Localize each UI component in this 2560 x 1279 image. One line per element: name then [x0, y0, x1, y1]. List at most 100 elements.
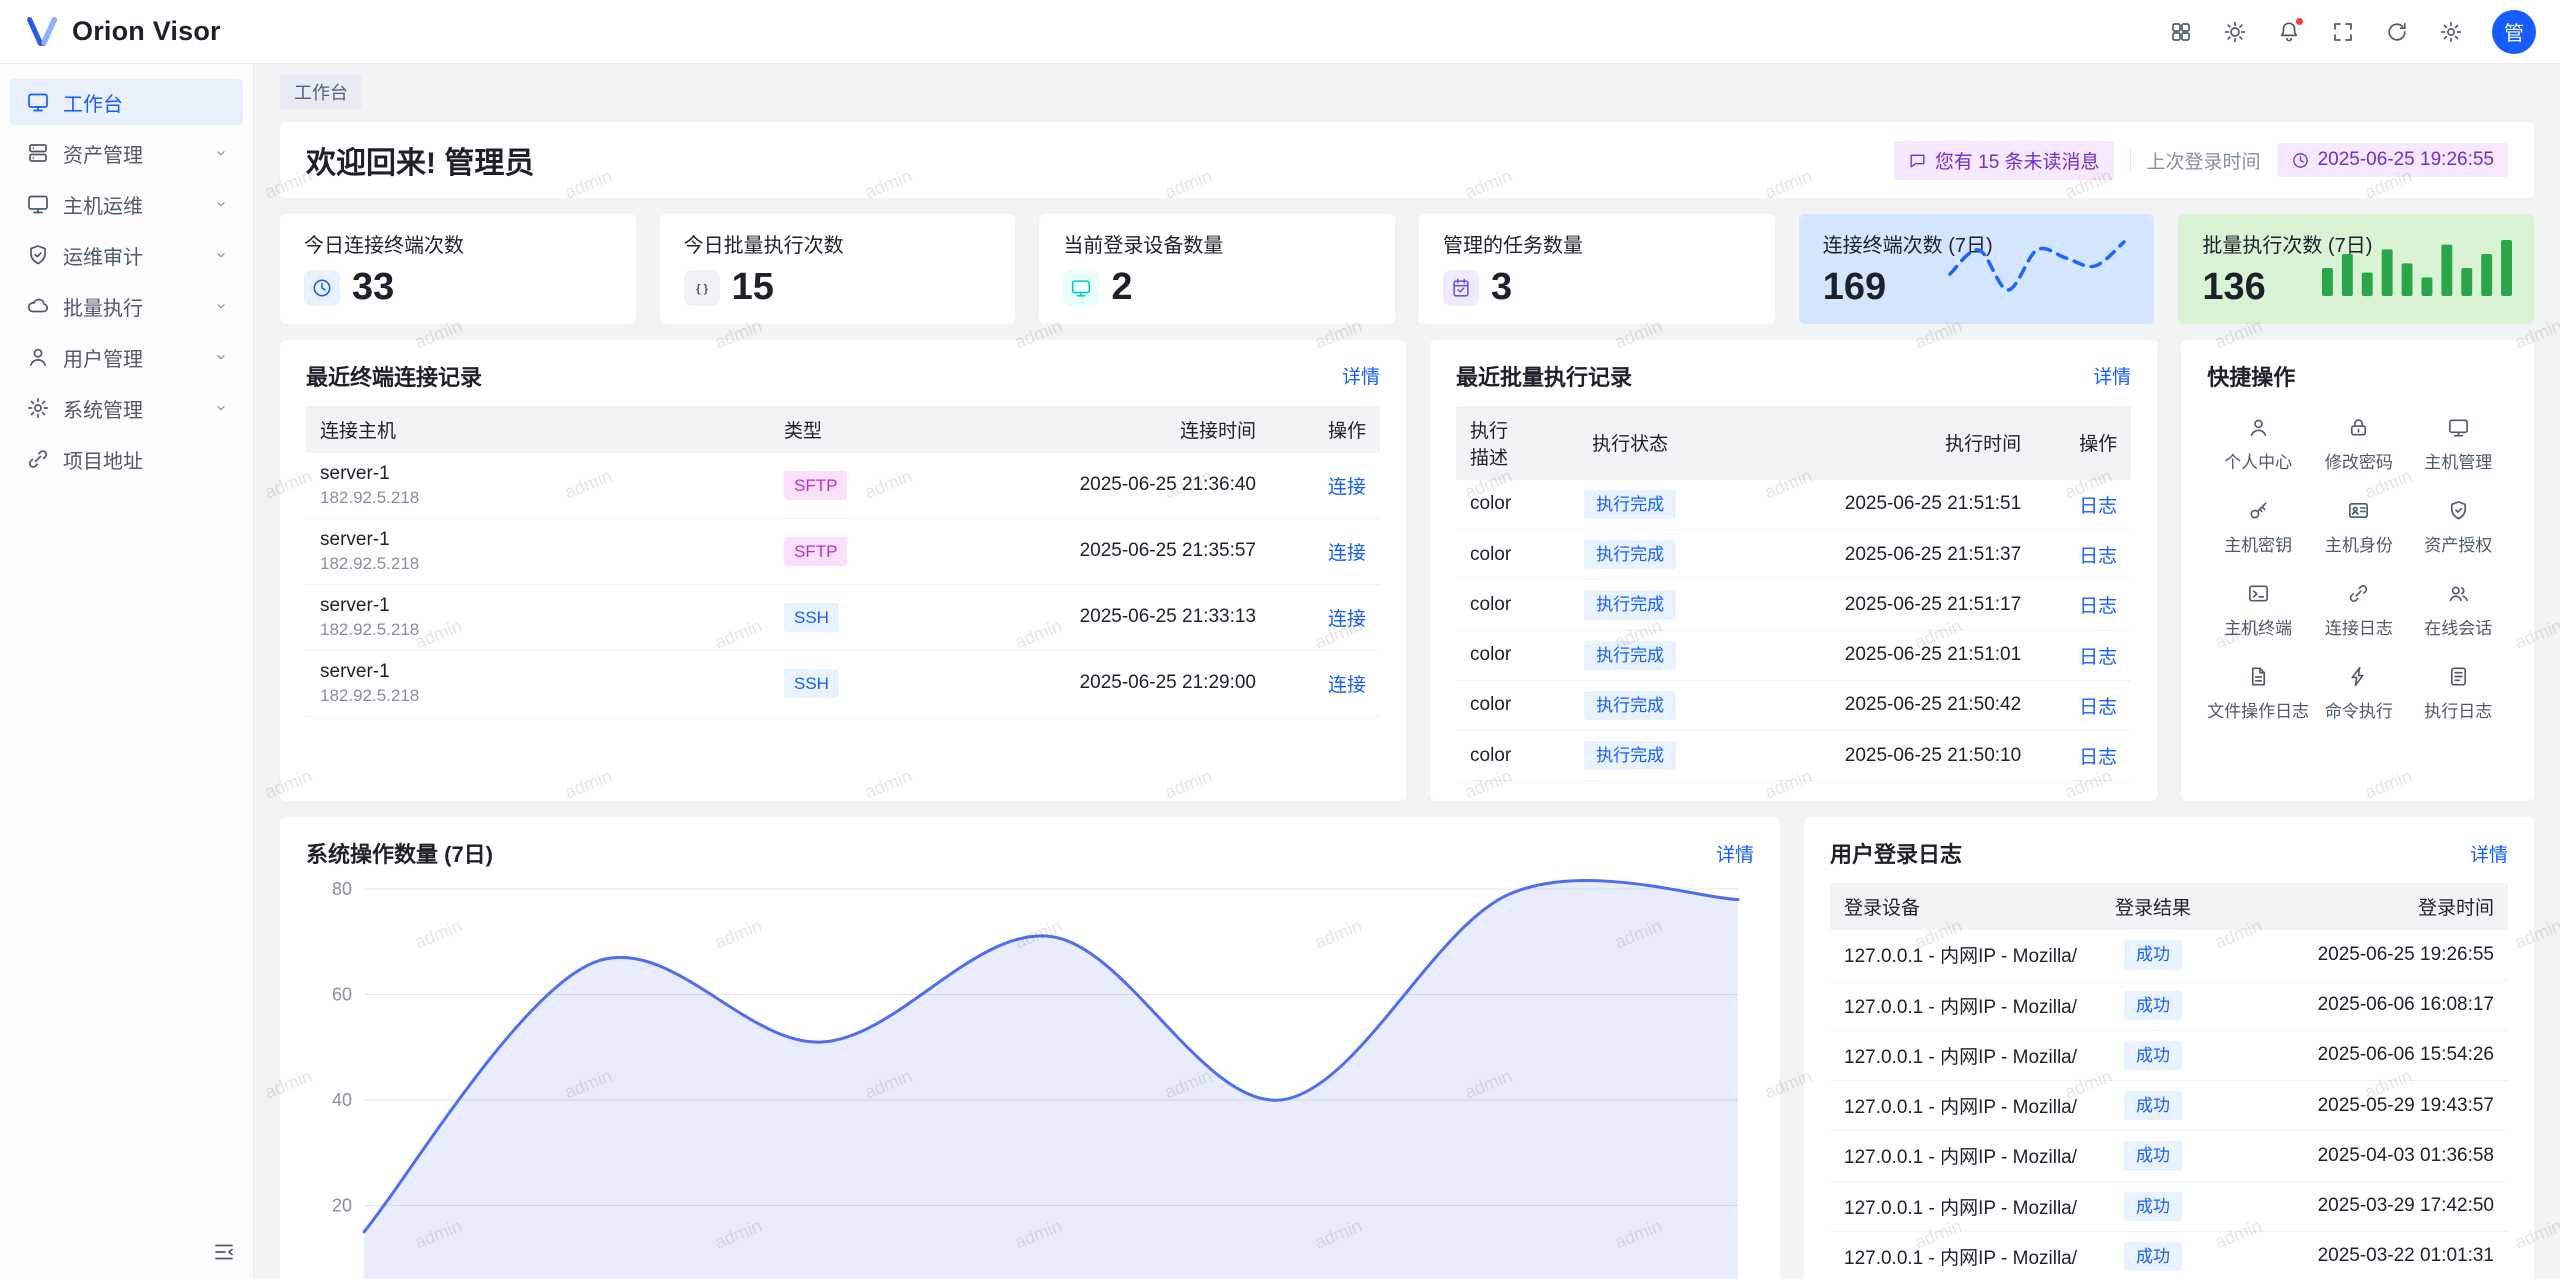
quick-action-label: 修改密码 [2325, 448, 2393, 473]
quick-action[interactable]: 个人中心 [2207, 416, 2309, 473]
sidebar-item-icon [26, 192, 50, 216]
quick-action-label: 资产授权 [2424, 531, 2492, 556]
table-header: 执行描述 执行状态 执行时间 操作 [1456, 406, 2131, 480]
quick-action[interactable]: 执行日志 [2409, 665, 2508, 722]
quick-action[interactable]: 资产授权 [2409, 499, 2508, 556]
connect-link[interactable]: 连接 [1328, 477, 1366, 498]
login-logs-detail-link[interactable]: 详情 [2470, 840, 2508, 867]
sidebar-item[interactable]: 项目地址 [10, 436, 243, 482]
app-logo-icon [24, 14, 60, 50]
unread-messages-badge[interactable]: 您有 15 条未读消息 [1894, 141, 2114, 180]
terminal-records-detail-link[interactable]: 详情 [1342, 362, 1380, 389]
table-row: color 执行完成 2025-06-25 21:51:01 日志 [1456, 631, 2131, 681]
stat-icon [1443, 270, 1479, 306]
quick-action[interactable]: 修改密码 [2309, 416, 2408, 473]
quick-action-icon [2447, 582, 2470, 605]
login-time: 2025-06-06 15:54:26 [2228, 1034, 2508, 1076]
breadcrumb[interactable]: 工作台 [280, 74, 362, 110]
protocol-badge: SSH [784, 669, 839, 698]
sidebar-item[interactable]: 运维审计 [10, 232, 243, 278]
notifications-button[interactable] [2268, 11, 2310, 53]
svg-text:20: 20 [332, 1196, 352, 1216]
ops-chart-card: 系统操作数量 (7日) 详情 0204060802025-06-192025-0… [280, 817, 1780, 1279]
refresh-icon[interactable] [2376, 11, 2418, 53]
user-avatar[interactable]: 管 [2492, 10, 2536, 54]
log-link[interactable]: 日志 [2079, 747, 2117, 768]
fullscreen-icon[interactable] [2322, 11, 2364, 53]
quick-action-icon [2447, 665, 2470, 688]
connect-link[interactable]: 连接 [1328, 543, 1366, 564]
quick-action[interactable]: 主机管理 [2409, 416, 2508, 473]
chevron-down-icon [213, 145, 229, 161]
stat-label: 今日连接终端次数 [304, 229, 612, 258]
sidebar-item-label: 资产管理 [63, 139, 213, 168]
brand: Orion Visor [24, 14, 221, 50]
exec-status-badge: 执行完成 [1584, 741, 1676, 770]
log-link[interactable]: 日志 [2079, 546, 2117, 567]
log-link[interactable]: 日志 [2079, 697, 2117, 718]
batch-records-detail-link[interactable]: 详情 [2093, 362, 2131, 389]
clock-icon [2291, 151, 2310, 170]
table-row: color 执行完成 2025-06-25 21:50:42 日志 [1456, 681, 2131, 731]
quick-action[interactable]: 主机密钥 [2207, 499, 2309, 556]
stat-label: 管理的任务数量 [1443, 229, 1751, 258]
table-row: server-1 182.92.5.218 SFTP 2025-06-25 21… [306, 453, 1380, 519]
stats-row: 今日连接终端次数 33 今日批量执行次数 { } 15 当前登录设备数量 [280, 214, 2534, 324]
quick-action-icon [2247, 582, 2270, 605]
quick-action[interactable]: 命令执行 [2309, 665, 2408, 722]
login-result-badge: 成功 [2124, 1041, 2182, 1070]
sidebar-item[interactable]: 资产管理 [10, 130, 243, 176]
ops-chart-detail-link[interactable]: 详情 [1716, 840, 1754, 867]
terminal-records-card: 最近终端连接记录 详情 连接主机 类型 连接时间 操作 server-1 [280, 340, 1406, 802]
quick-action-icon [2247, 499, 2270, 522]
ops-area-chart: 0204060802025-06-192025-06-202025-06-212… [306, 875, 1754, 1279]
sidebar-item[interactable]: 批量执行 [10, 283, 243, 329]
sidebar-item[interactable]: 用户管理 [10, 334, 243, 380]
apps-icon[interactable] [2160, 11, 2202, 53]
sidebar-item[interactable]: 主机运维 [10, 181, 243, 227]
quick-action[interactable]: 连接日志 [2309, 582, 2408, 639]
log-link[interactable]: 日志 [2079, 596, 2117, 617]
log-link[interactable]: 日志 [2079, 647, 2117, 668]
stat-card-batch-week: 批量执行次数 (7日) 136 [2178, 214, 2534, 324]
host-name: server-1 [320, 463, 756, 485]
connect-link[interactable]: 连接 [1328, 609, 1366, 630]
host-ip: 182.92.5.218 [320, 686, 756, 706]
welcome-card: 欢迎回来! 管理员 您有 15 条未读消息 上次登录时间 2025-06-25 … [280, 122, 2534, 198]
row-records: 最近终端连接记录 详情 连接主机 类型 连接时间 操作 server-1 [280, 340, 2534, 802]
sidebar-item-label: 用户管理 [63, 343, 213, 372]
sidebar-collapse-icon[interactable] [209, 1237, 239, 1267]
table-header: 登录设备 登录结果 登录时间 [1830, 883, 2508, 930]
app-header: Orion Visor 管 [0, 0, 2560, 64]
exec-time: 2025-06-25 21:50:10 [1735, 735, 2035, 777]
chevron-down-icon [213, 298, 229, 314]
quick-action-label: 连接日志 [2325, 614, 2393, 639]
col-action: 操作 [2035, 419, 2131, 466]
quick-action[interactable]: 在线会话 [2409, 582, 2508, 639]
log-link[interactable]: 日志 [2079, 496, 2117, 517]
quick-action-icon [2347, 499, 2370, 522]
quick-action[interactable]: 主机终端 [2207, 582, 2309, 639]
quick-action-label: 主机管理 [2424, 448, 2492, 473]
card-title: 快捷操作 [2207, 360, 2295, 392]
sidebar-item-label: 批量执行 [63, 292, 213, 321]
col-host: 连接主机 [306, 406, 770, 453]
login-time: 2025-06-25 19:26:55 [2228, 934, 2508, 976]
quick-action-icon [2347, 416, 2370, 439]
host-ip: 182.92.5.218 [320, 620, 756, 640]
quick-action-label: 个人中心 [2224, 448, 2292, 473]
stat-icon [304, 270, 340, 306]
quick-action[interactable]: 文件操作日志 [2207, 665, 2309, 722]
connect-link[interactable]: 连接 [1328, 675, 1366, 696]
connect-time: 2025-06-25 21:35:57 [970, 530, 1270, 572]
settings-icon[interactable] [2430, 11, 2472, 53]
sidebar-item-label: 工作台 [63, 88, 229, 117]
exec-status-badge: 执行完成 [1584, 691, 1676, 720]
quick-action[interactable]: 主机身份 [2309, 499, 2408, 556]
quick-action-icon [2347, 582, 2370, 605]
sidebar-item[interactable]: 工作台 [10, 79, 243, 125]
sidebar-item[interactable]: 系统管理 [10, 385, 243, 431]
sidebar-item-icon [26, 396, 50, 420]
table-row: 127.0.0.1 - 内网IP - Mozilla/5.0 (Windows … [1830, 1031, 2508, 1081]
theme-icon[interactable] [2214, 11, 2256, 53]
